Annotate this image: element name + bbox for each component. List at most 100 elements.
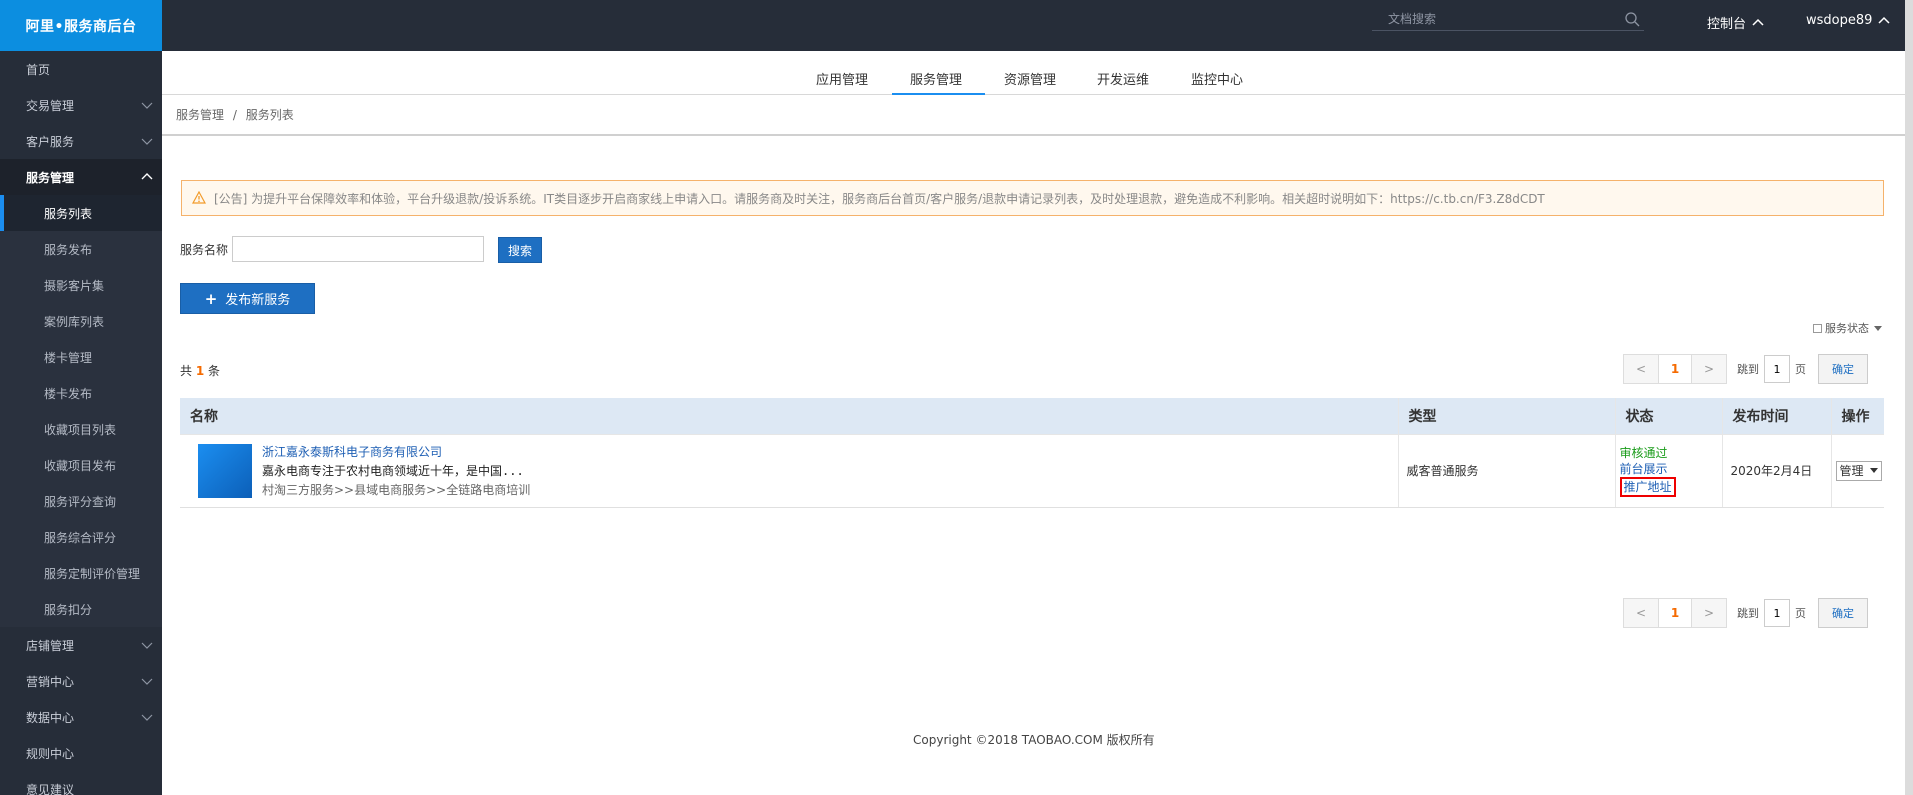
page-confirm-button[interactable]: 确定	[1818, 598, 1868, 628]
breadcrumb: 服务管理 / 服务列表	[176, 106, 294, 123]
brand-logo[interactable]: 阿里•服务商后台	[0, 0, 162, 51]
caret-down-icon	[1874, 325, 1882, 331]
sidebar-item-label: 服务管理	[26, 170, 75, 185]
cell-date: 2020年2月4日	[1721, 433, 1831, 508]
search-icon[interactable]	[1624, 11, 1640, 27]
sidebar-subitem-overall-rating[interactable]: 服务综合评分	[0, 519, 162, 555]
status-checkbox[interactable]	[1813, 323, 1822, 333]
service-thumbnail[interactable]	[198, 443, 252, 498]
tab-monitor[interactable]: 监控中心	[1191, 69, 1243, 88]
manage-label: 管理	[1839, 464, 1864, 478]
current-page-button[interactable]: 1	[1658, 599, 1692, 627]
user-name: wsdope89	[1806, 13, 1873, 28]
col-header-status: 状态	[1614, 398, 1722, 434]
publish-new-service-button[interactable]: + 发布新服务	[180, 283, 315, 314]
sidebar-item-label: 交易管理	[26, 98, 75, 113]
sidebar-subitem-case-list[interactable]: 案例库列表	[0, 303, 162, 339]
total-number: 1	[195, 364, 205, 378]
sidebar-subitem-service-publish[interactable]: 服务发布	[0, 231, 162, 267]
sidebar-subitem-card-manage[interactable]: 楼卡管理	[0, 339, 162, 375]
col-header-type: 类型	[1397, 398, 1615, 434]
service-category: 村淘三方服务>>县域电商服务>>全链路电商培训	[262, 483, 531, 497]
breadcrumb-divider	[162, 134, 1905, 136]
console-label: 控制台	[1707, 17, 1747, 32]
console-menu[interactable]: 控制台	[1707, 13, 1764, 32]
page-confirm-button[interactable]: 确定	[1818, 354, 1868, 384]
col-header-name: 名称	[180, 398, 1398, 434]
sidebar-item-customer[interactable]: 客户服务	[0, 123, 162, 159]
col-header-date: 发布时间	[1721, 398, 1831, 434]
sidebar-subitem-service-list[interactable]: 服务列表	[0, 195, 162, 231]
user-menu[interactable]: wsdope89	[1806, 13, 1890, 28]
prev-page-button[interactable]: <	[1624, 599, 1658, 627]
sidebar-item-rules[interactable]: 规则中心	[0, 735, 162, 771]
sidebar-item-label: 店铺管理	[26, 638, 75, 653]
chevron-up-icon	[1752, 18, 1764, 26]
page-jump-input[interactable]	[1764, 355, 1790, 383]
sidebar-subitem-fav-list[interactable]: 收藏项目列表	[0, 411, 162, 447]
service-status-filter[interactable]: 服务状态	[1813, 320, 1882, 336]
service-info: 浙江嘉永泰斯科电子商务有限公司 嘉永电商专注于农村电商领域近十年，是中国... …	[180, 443, 1398, 498]
current-page-button[interactable]: 1	[1658, 355, 1692, 383]
tab-service-manage[interactable]: 服务管理	[910, 69, 962, 88]
doc-search-input[interactable]	[1372, 9, 1612, 29]
tab-resource-manage[interactable]: 资源管理	[1004, 69, 1056, 88]
prev-page-button[interactable]: <	[1624, 355, 1658, 383]
search-button[interactable]: 搜索	[498, 237, 542, 263]
sidebar-item-trade[interactable]: 交易管理	[0, 87, 162, 123]
promotion-url-link[interactable]: 推广地址	[1619, 476, 1676, 497]
warning-icon	[192, 191, 206, 204]
status-approved: 审核通过	[1619, 445, 1668, 460]
sidebar-item-data[interactable]: 数据中心	[0, 699, 162, 735]
announcement-text: [公告] 为提升平台保障效率和体验，平台升级退款/投诉系统。IT类目逐步开启商家…	[214, 191, 1545, 206]
page-buttons: < 1 >	[1623, 598, 1727, 628]
service-table: 名称 类型 状态 发布时间 操作 浙江嘉永泰斯科电子商务有限公司 嘉永电商专注于…	[180, 398, 1884, 508]
module-tabs: 应用管理 服务管理 资源管理 开发运维 监控中心	[162, 51, 1905, 95]
sidebar-subitem-rating-query[interactable]: 服务评分查询	[0, 483, 162, 519]
sidebar-subitem-card-publish[interactable]: 楼卡发布	[0, 375, 162, 411]
tab-app-manage[interactable]: 应用管理	[816, 69, 868, 88]
total-count: 共 1 条	[180, 362, 220, 379]
pagination-top: < 1 > 跳到 页 确定	[1623, 354, 1868, 384]
sidebar-subitem-fav-publish[interactable]: 收藏项目发布	[0, 447, 162, 483]
top-header: 控制台 wsdope89	[162, 0, 1905, 51]
next-page-button[interactable]: >	[1692, 355, 1726, 383]
sidebar-subitem-custom-review[interactable]: 服务定制评价管理	[0, 555, 162, 591]
jump-label: 跳到	[1737, 607, 1759, 620]
announcement-banner: [公告] 为提升平台保障效率和体验，平台升级退款/投诉系统。IT类目逐步开启商家…	[181, 180, 1884, 216]
page-jump-input[interactable]	[1764, 599, 1790, 627]
sidebar-item-feedback[interactable]: 意见建议	[0, 771, 162, 795]
sidebar-subitem-photo-collection[interactable]: 摄影客片集	[0, 267, 162, 303]
chevron-down-icon	[141, 102, 153, 109]
total-prefix: 共	[180, 364, 193, 378]
service-description: 嘉永电商专注于农村电商领域近十年，是中国...	[262, 464, 524, 478]
chevron-down-icon	[141, 138, 153, 145]
next-page-button[interactable]: >	[1692, 599, 1726, 627]
cell-action: 管理	[1830, 433, 1884, 508]
sidebar-item-label: 客户服务	[26, 134, 75, 149]
breadcrumb-parent[interactable]: 服务管理	[176, 108, 224, 122]
sidebar-subitem-deduction[interactable]: 服务扣分	[0, 591, 162, 627]
doc-search	[1372, 9, 1644, 31]
service-title-link[interactable]: 浙江嘉永泰斯科电子商务有限公司	[262, 443, 530, 460]
front-display-link[interactable]: 前台展示	[1620, 461, 1722, 477]
breadcrumb-separator: /	[232, 108, 237, 122]
total-suffix: 条	[208, 364, 221, 378]
table-header-row: 名称 类型 状态 发布时间 操作	[180, 398, 1884, 434]
tab-devops[interactable]: 开发运维	[1097, 69, 1149, 88]
sidebar: 阿里•服务商后台 首页 交易管理 客户服务 服务管理 服务列表 服务发布 摄影客…	[0, 0, 162, 795]
page-scrollbar[interactable]	[1905, 0, 1913, 795]
copyright-footer: Copyright ©2018 TAOBAO.COM 版权所有	[913, 733, 1155, 747]
caret-down-icon	[1869, 468, 1878, 473]
manage-select[interactable]: 管理	[1835, 460, 1882, 481]
sidebar-nav: 首页 交易管理 客户服务 服务管理 服务列表 服务发布 摄影客片集 案例库列表 …	[0, 51, 162, 795]
sidebar-item-service[interactable]: 服务管理	[0, 159, 162, 195]
sidebar-item-home[interactable]: 首页	[0, 51, 162, 87]
service-name-input[interactable]	[232, 236, 484, 262]
breadcrumb-current: 服务列表	[245, 108, 294, 122]
sidebar-item-marketing[interactable]: 营销中心	[0, 663, 162, 699]
plus-icon: +	[204, 289, 218, 308]
cell-name: 浙江嘉永泰斯科电子商务有限公司 嘉永电商专注于农村电商领域近十年，是中国... …	[180, 433, 1398, 508]
pagination-bottom: < 1 > 跳到 页 确定	[1623, 598, 1868, 628]
sidebar-item-shop[interactable]: 店铺管理	[0, 627, 162, 663]
